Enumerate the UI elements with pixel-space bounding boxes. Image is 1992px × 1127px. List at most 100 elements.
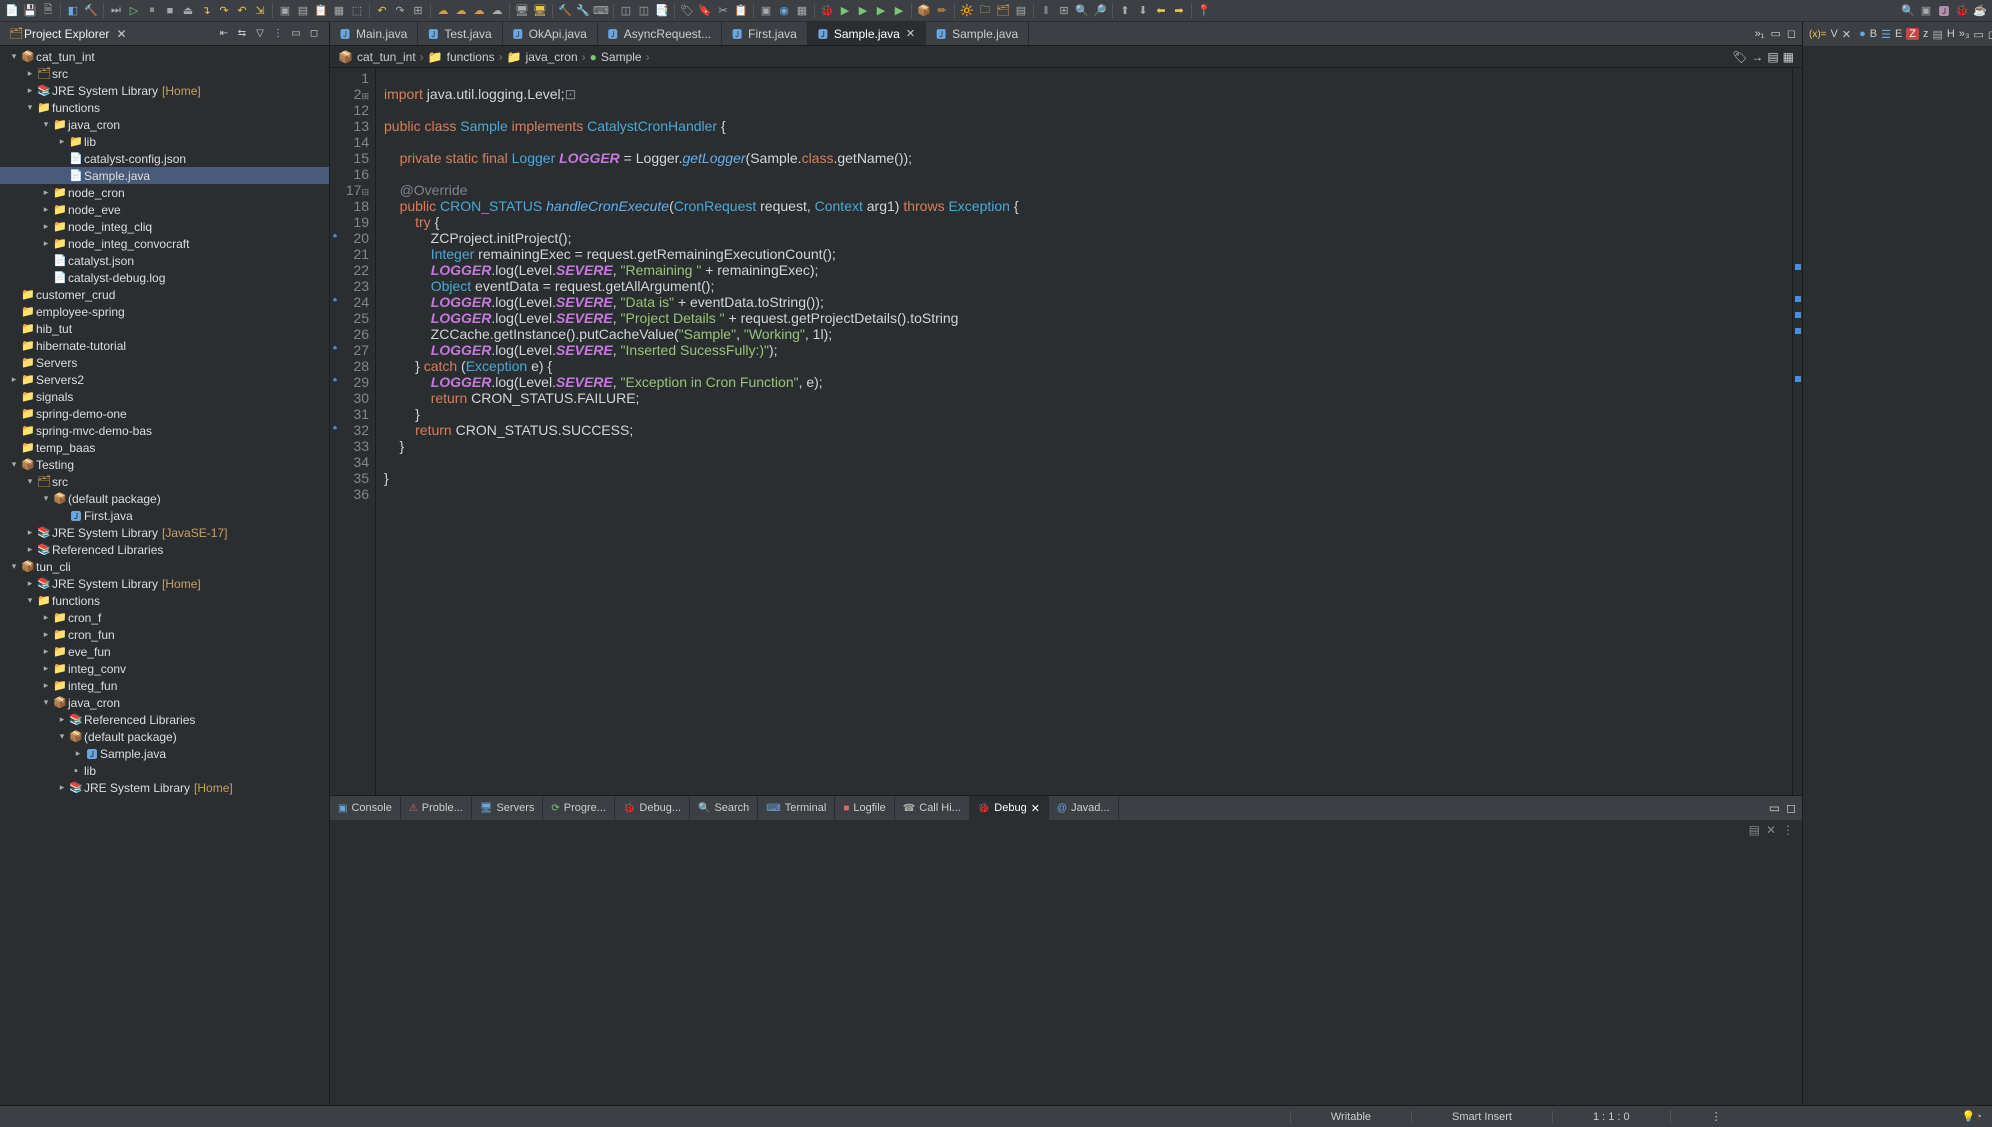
bp-min-icon[interactable]: ▭ xyxy=(1769,801,1780,815)
tb-aa-icon[interactable]: 🔎 xyxy=(1092,3,1108,19)
tree-item[interactable]: ▸📁node_cron xyxy=(0,184,329,201)
bottom-tab[interactable]: ■Logfile xyxy=(835,796,894,820)
tree-item[interactable]: 📄catalyst-config.json xyxy=(0,150,329,167)
tree-item[interactable]: ▸📁node_integ_cliq xyxy=(0,218,329,235)
persp-java-icon[interactable]: 🅹 xyxy=(1936,3,1952,19)
tb-z-icon[interactable]: 🔍 xyxy=(1074,3,1090,19)
bottom-tab[interactable]: ⌨Terminal xyxy=(758,796,835,820)
maximize-icon[interactable]: ◻ xyxy=(307,27,321,41)
editor-tab[interactable]: 🅹Test.java xyxy=(418,22,502,45)
tb-d-icon[interactable]: ▦ xyxy=(331,3,347,19)
tree-item[interactable]: ▸📁lib xyxy=(0,133,329,150)
tree-item[interactable]: ▾📦(default package) xyxy=(0,490,329,507)
editor-tab[interactable]: 🅹AsyncRequest... xyxy=(598,22,722,45)
tb-k-icon[interactable]: 🏷 xyxy=(679,3,695,19)
tree-item[interactable]: ▾📁functions xyxy=(0,99,329,116)
bottom-tab[interactable]: ☎Call Hi... xyxy=(895,796,970,820)
breadcrumb-item[interactable]: 📁functions xyxy=(428,50,495,64)
build-icon[interactable]: 🔨 xyxy=(83,3,99,19)
tree-item[interactable]: 📁signals xyxy=(0,388,329,405)
tb-j-icon[interactable]: 📑 xyxy=(654,3,670,19)
editor-tab[interactable]: 🅹Sample.java✕ xyxy=(808,22,926,45)
bottom-tab[interactable]: ▣Console xyxy=(330,796,401,820)
ext-tools-icon[interactable]: ▶ xyxy=(891,3,907,19)
tree-item[interactable]: 📁Servers xyxy=(0,354,329,371)
rp-close-icon[interactable]: ✕ xyxy=(1842,28,1851,41)
tree-item[interactable]: 🅹First.java xyxy=(0,507,329,524)
step-over-icon[interactable]: ↷ xyxy=(216,3,232,19)
status-menu-icon[interactable]: ⋮ xyxy=(1670,1110,1762,1123)
tb-l-icon[interactable]: 🔖 xyxy=(697,3,713,19)
bottom-tab[interactable]: 🐞Debug✕ xyxy=(970,796,1049,820)
hammer-icon[interactable]: 🔨 xyxy=(557,3,573,19)
bottom-tab[interactable]: ⚠Proble... xyxy=(401,796,472,820)
run-last-icon[interactable]: ▶ xyxy=(873,3,889,19)
tb-x-icon[interactable]: ‖ xyxy=(1038,3,1054,19)
back-icon[interactable]: ⬅ xyxy=(1153,3,1169,19)
tb-q-icon[interactable]: ▦ xyxy=(794,3,810,19)
variables-body[interactable] xyxy=(1803,46,1992,1105)
code-area[interactable]: import java.util.logging.Level;⊡public c… xyxy=(376,68,1792,795)
rp-max-icon[interactable]: ◻ xyxy=(1988,28,1992,41)
tb-u-icon[interactable]: 🗀 xyxy=(977,3,993,19)
rp-expressions-icon[interactable]: ☰ xyxy=(1881,28,1891,41)
debug-view-body[interactable] xyxy=(330,840,1802,1105)
tb-v-icon[interactable]: 🗂 xyxy=(995,3,1011,19)
tab-max-icon[interactable]: ◻ xyxy=(1787,27,1796,40)
tree-item[interactable]: ▸📁integ_conv xyxy=(0,660,329,677)
cloud4-icon[interactable]: ☁ xyxy=(489,3,505,19)
code-editor[interactable]: ●●●●● 12⊞121314151617⊟181920212223242526… xyxy=(330,68,1802,795)
bc-icon2[interactable]: → xyxy=(1751,50,1763,64)
collapse-all-icon[interactable]: ⇤ xyxy=(217,27,231,41)
bottom-tab[interactable]: 🖥Servers xyxy=(472,796,544,820)
tb-i-icon[interactable]: ◫ xyxy=(636,3,652,19)
sidebar-close-icon[interactable]: ✕ xyxy=(116,27,126,41)
tb-f-icon[interactable]: ⊞ xyxy=(410,3,426,19)
resume-icon[interactable]: ▷ xyxy=(126,3,142,19)
tree-item[interactable]: 📄catalyst-debug.log xyxy=(0,269,329,286)
rp-min-icon[interactable]: ▭ xyxy=(1973,28,1983,41)
persp-ee-icon[interactable]: ☕ xyxy=(1972,3,1988,19)
tree-item[interactable]: ▸📚Referenced Libraries xyxy=(0,711,329,728)
stop-icon[interactable]: ■ xyxy=(162,3,178,19)
breadcrumb-item[interactable]: ●Sample xyxy=(590,50,642,64)
tree-item[interactable]: ▸📚Referenced Libraries xyxy=(0,541,329,558)
bc-icon3[interactable]: ▤ xyxy=(1767,50,1778,64)
coverage-icon[interactable]: ▶ xyxy=(855,3,871,19)
tree-item[interactable]: ▸📚JRE System Library[Home] xyxy=(0,575,329,592)
tree-item[interactable]: 📁customer_crud xyxy=(0,286,329,303)
tree-item[interactable]: ▾📁functions xyxy=(0,592,329,609)
search-icon[interactable]: 🔍 xyxy=(1900,3,1916,19)
skip-icon[interactable]: ⏭ xyxy=(108,3,124,19)
tree-item[interactable]: ▸📁node_eve xyxy=(0,201,329,218)
tb-s-icon[interactable]: ✏ xyxy=(934,3,950,19)
tb-e-icon[interactable]: ⬚ xyxy=(349,3,365,19)
tb-g-icon[interactable]: 🔧 xyxy=(575,3,591,19)
tree-item[interactable]: ▸🗂src xyxy=(0,65,329,82)
tree-item[interactable]: ▸📚JRE System Library[Home] xyxy=(0,779,329,796)
step-return-icon[interactable]: ↶ xyxy=(234,3,250,19)
tree-item[interactable]: 📄Sample.java xyxy=(0,167,329,184)
tree-item[interactable]: ▾🗂src xyxy=(0,473,329,490)
tree-item[interactable]: ▸📁cron_fun xyxy=(0,626,329,643)
tab-close-icon[interactable]: ✕ xyxy=(906,27,915,40)
drop-frame-icon[interactable]: ⇲ xyxy=(252,3,268,19)
bottom-tab[interactable]: @Javad... xyxy=(1049,796,1119,820)
bp-tree-icon[interactable]: ▤ xyxy=(1749,823,1760,837)
project-tree[interactable]: ▾📦cat_tun_int▸🗂src▸📚JRE System Library[H… xyxy=(0,46,329,1105)
tree-item[interactable]: 📁hib_tut xyxy=(0,320,329,337)
tree-item[interactable]: ▸📁node_integ_convocraft xyxy=(0,235,329,252)
tree-item[interactable]: ▾📦Testing xyxy=(0,456,329,473)
rp-breakpoints-icon[interactable]: ● xyxy=(1859,28,1866,40)
view-menu-icon[interactable]: ⋮ xyxy=(271,27,285,41)
tb-o-icon[interactable]: ▣ xyxy=(758,3,774,19)
tree-item[interactable]: ▸📁eve_fun xyxy=(0,643,329,660)
rp-h-icon[interactable]: ▤ xyxy=(1933,28,1943,41)
breadcrumb-item[interactable]: 📦cat_tun_int xyxy=(338,50,416,64)
next-icon[interactable]: ⬇ xyxy=(1135,3,1151,19)
tb-p-icon[interactable]: ◉ xyxy=(776,3,792,19)
rp-overflow[interactable]: »₃ xyxy=(1959,28,1970,40)
tree-item[interactable]: 📁hibernate-tutorial xyxy=(0,337,329,354)
btab-close-icon[interactable]: ✕ xyxy=(1031,802,1040,815)
tb-h-icon[interactable]: ◫ xyxy=(618,3,634,19)
